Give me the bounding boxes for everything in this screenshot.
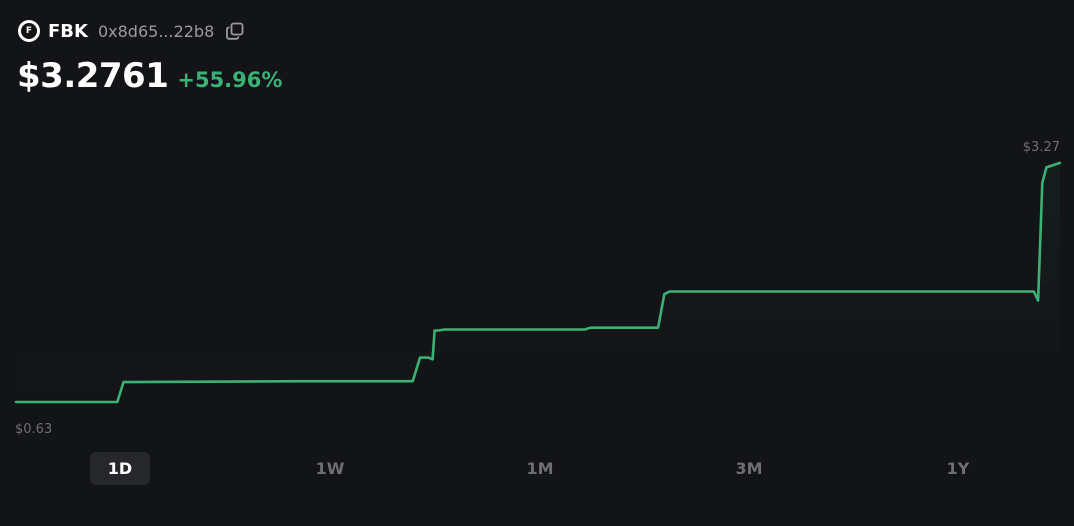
chart-area-fill [16, 162, 1060, 402]
time-range-1m[interactable]: 1M [510, 452, 570, 485]
chart-min-label: $0.63 [15, 422, 52, 437]
price-chart[interactable]: $3.27 $0.63 [0, 0, 1074, 445]
time-range-1y[interactable]: 1Y [928, 452, 988, 485]
time-range-3m[interactable]: 3M [719, 452, 779, 485]
time-range-selector: 1D 1W 1M 3M 1Y [0, 452, 1074, 486]
chart-max-label: $3.27 [1023, 140, 1060, 155]
time-range-1w[interactable]: 1W [300, 452, 360, 485]
time-range-1d[interactable]: 1D [90, 452, 150, 485]
